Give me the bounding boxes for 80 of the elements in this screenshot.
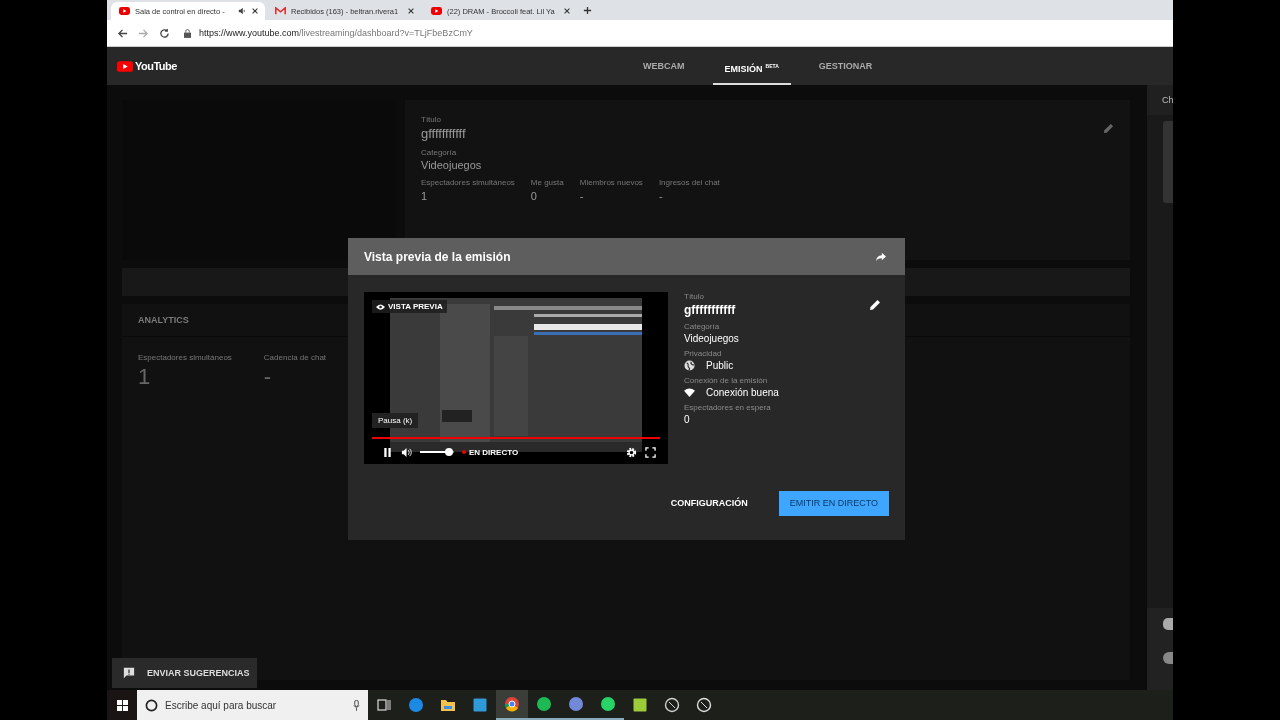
field-value: Videojuegos (684, 333, 739, 344)
pause-icon[interactable] (382, 446, 393, 458)
stat-label: Espectadores simultáneos (138, 353, 232, 362)
field-label: Título (684, 292, 705, 301)
preview-badge: VISTA PREVIA (372, 300, 447, 313)
analytics-title: ANALYTICS (138, 315, 189, 325)
stat-label: Miembros nuevos (579, 178, 643, 187)
speaker-icon[interactable] (238, 7, 246, 15)
edit-icon[interactable] (869, 299, 881, 311)
tile-icon (472, 697, 488, 713)
browser-icon (504, 696, 520, 712)
back-icon[interactable] (117, 27, 128, 39)
circle-icon (600, 696, 616, 712)
circle-icon (145, 698, 158, 712)
microphone-icon[interactable] (353, 699, 360, 711)
wifi-icon (684, 387, 695, 398)
field-label: Categoría (421, 148, 458, 157)
browser-icon (408, 697, 424, 713)
url-text: https://www.youtube.com/livestreaming/dashboard?v=TLjFbeBzCmY (199, 28, 473, 38)
search-placeholder: Escribe aquí para buscar (165, 699, 278, 711)
field-value: Videojuegos (421, 159, 483, 171)
volume-thumb[interactable] (444, 448, 453, 456)
field-value: 0 (684, 414, 690, 425)
stat-label: Me gusta (530, 178, 564, 187)
stat-value: - (579, 190, 585, 202)
youtube-logo[interactable]: YouTube (117, 60, 177, 72)
fullscreen-icon[interactable] (645, 446, 656, 458)
new-tab-icon[interactable] (583, 6, 592, 15)
field-value: gfffffffffff (421, 126, 467, 141)
stat-value: - (658, 190, 664, 202)
close-icon[interactable] (407, 7, 415, 15)
close-icon[interactable] (563, 7, 571, 15)
field-label: Conexión de la emisión (684, 376, 769, 385)
mail-icon (275, 7, 286, 15)
go-live-button[interactable]: EMITIR EN DIRECTO (778, 490, 889, 516)
settings-button[interactable]: CONFIGURACIÓN (659, 490, 759, 516)
youtube-icon (119, 7, 130, 15)
feedback-button[interactable]: ENVIAR SUGERENCIAS (112, 658, 257, 688)
avatar (1163, 618, 1173, 630)
settings-icon[interactable] (626, 446, 637, 458)
stat-value: 0 (530, 190, 538, 202)
stat-label: Espectadores simultáneos (421, 178, 515, 187)
circle-slash-icon (696, 697, 712, 713)
volume-icon[interactable] (401, 446, 412, 458)
windows-icon (116, 699, 128, 711)
circle-icon (568, 696, 584, 712)
stat-label: Cadencia de chat (263, 353, 327, 362)
field-label: Categoría (684, 322, 721, 331)
square-icon (632, 697, 648, 713)
share-icon[interactable] (875, 251, 887, 262)
field-value: gfffffffffff (684, 303, 736, 317)
tooltip: Pausa (k) (372, 413, 419, 428)
chat-title: Ch (1162, 95, 1173, 105)
search-field[interactable]: Escribe aquí para buscar (137, 690, 368, 720)
task-view-icon (376, 697, 392, 713)
field-label: Privacidad (684, 349, 723, 358)
dialog-title: Vista previa de la emisión (364, 249, 511, 264)
feedback-icon (123, 667, 135, 679)
scrollbar[interactable] (1163, 121, 1173, 203)
live-indicator: EN DIRECTO (462, 447, 519, 457)
reload-icon[interactable] (159, 27, 170, 39)
nav-tab[interactable]: WEBCAM (631, 47, 697, 85)
field-value: Conexión buena (706, 387, 779, 398)
stat-value: 1 (138, 364, 152, 390)
stat-value: - (263, 364, 273, 390)
field-label: Espectadores en espera (684, 403, 772, 412)
youtube-icon (431, 7, 442, 15)
globe-icon (684, 360, 695, 371)
lock-icon (184, 28, 191, 38)
folder-icon (440, 697, 456, 713)
stat-value: 1 (421, 190, 429, 202)
start-button[interactable] (107, 690, 137, 720)
field-value: Public (706, 360, 734, 371)
close-icon[interactable] (251, 7, 259, 15)
circle-slash-icon (664, 697, 680, 713)
taskbar-app[interactable] (496, 690, 528, 720)
stat-label: Ingresos del chat (658, 178, 720, 187)
field-label: Título (421, 115, 442, 124)
circle-icon (536, 696, 552, 712)
nav-tab[interactable]: GESTIONAR (806, 47, 885, 85)
